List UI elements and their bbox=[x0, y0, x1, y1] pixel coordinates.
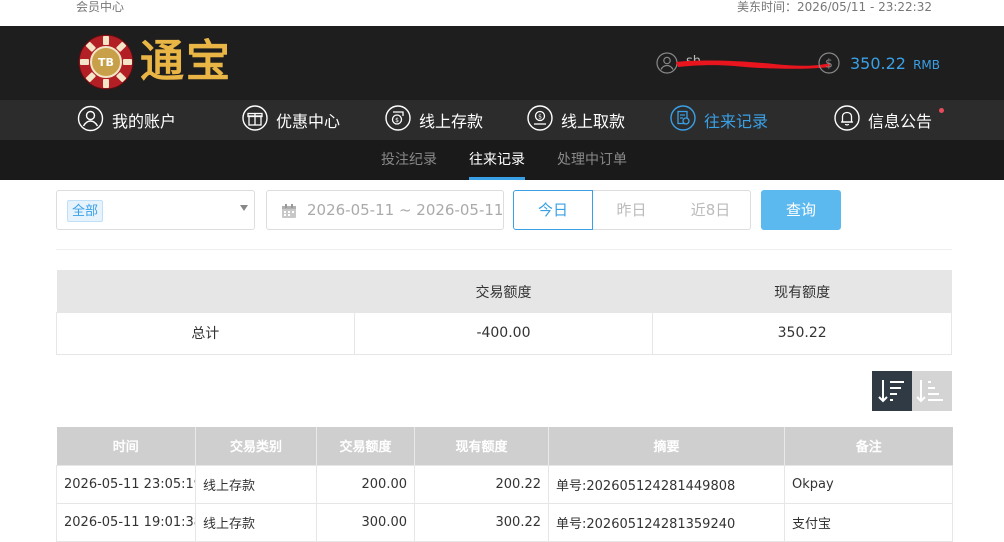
nav-label: 线上存款 bbox=[419, 112, 484, 131]
date-range-input[interactable]: 2026-05-11 ~ 2026-05-11 bbox=[266, 190, 504, 230]
sort-ascending-icon bbox=[916, 380, 943, 403]
nav-label: 线上取款 bbox=[561, 112, 626, 131]
nav-label: 我的账户 bbox=[112, 112, 177, 131]
site-header: TB 通宝 sh $ 350.22 RMB bbox=[0, 26, 1004, 100]
summary-header-blank bbox=[56, 270, 355, 312]
svg-text:$: $ bbox=[538, 114, 542, 121]
col-header-amount[interactable]: 交易额度 bbox=[316, 427, 415, 465]
nav-my-account[interactable]: 我的账户 bbox=[77, 105, 176, 135]
nav-promotions[interactable]: 优惠中心 bbox=[242, 105, 340, 135]
table-row: 2026-05-11 19:01:38 线上存款 300.00 300.22 单… bbox=[56, 502, 953, 542]
range-last8days-button[interactable]: 近8日 bbox=[671, 190, 751, 230]
summary-total-row: 总计 -400.00 350.22 bbox=[56, 311, 952, 355]
record-icon bbox=[670, 105, 696, 135]
currency-icon: $ bbox=[818, 52, 840, 78]
cell-summary: 单号:202605124281359240 bbox=[548, 502, 785, 542]
member-center-link[interactable]: 会员中心 bbox=[76, 0, 124, 14]
gift-icon bbox=[242, 105, 268, 135]
col-header-time[interactable]: 时间 bbox=[56, 427, 196, 465]
cell-remark: Okpay bbox=[784, 464, 953, 504]
logo-text: 通宝 bbox=[140, 36, 232, 87]
cell-amount: 200.00 bbox=[316, 464, 415, 504]
summary-header-balance: 现有额度 bbox=[652, 270, 952, 312]
summary-header-row: 交易额度 现有额度 bbox=[56, 270, 952, 312]
range-today-button[interactable]: 今日 bbox=[513, 190, 593, 230]
nav-online-deposit[interactable]: $ 线上存款 bbox=[385, 105, 483, 135]
nav-announcements[interactable]: 信息公告 bbox=[834, 105, 932, 135]
sort-descending-icon bbox=[878, 380, 904, 403]
summary-header-amount: 交易额度 bbox=[354, 270, 653, 312]
date-range-value: 2026-05-11 ~ 2026-05-11 bbox=[307, 201, 504, 219]
col-header-balance[interactable]: 现有额度 bbox=[414, 427, 549, 465]
cell-balance: 300.22 bbox=[414, 502, 549, 542]
site-logo[interactable]: TB 通宝 bbox=[78, 33, 232, 91]
records-table: 时间 交易类别 交易额度 现有额度 摘要 备注 2026-05-11 23:05… bbox=[56, 427, 953, 542]
poker-chip-logo-icon: TB bbox=[78, 34, 134, 90]
subtab-transaction-records[interactable]: 往来记录 bbox=[469, 140, 525, 180]
cell-amount: 300.00 bbox=[316, 502, 415, 542]
cell-time: 2026-05-11 19:01:38 bbox=[56, 502, 196, 542]
summary-total-balance: 350.22 bbox=[652, 311, 952, 355]
sort-descending-button[interactable] bbox=[872, 371, 912, 411]
cell-summary: 单号:202605124281449808 bbox=[548, 464, 785, 504]
server-time: 美东时间：2026/05/11 - 23:22:32 bbox=[737, 0, 932, 14]
logo-chip-text: TB bbox=[98, 56, 114, 69]
withdraw-icon: $ bbox=[527, 105, 553, 135]
svg-text:$: $ bbox=[825, 57, 833, 71]
col-header-type[interactable]: 交易类别 bbox=[195, 427, 317, 465]
nav-transaction-records[interactable]: 往来记录 bbox=[670, 105, 768, 135]
nav-label: 优惠中心 bbox=[276, 112, 341, 131]
bell-icon bbox=[834, 105, 860, 135]
notification-dot bbox=[939, 108, 944, 113]
balance-display: 350.22 RMB bbox=[850, 52, 940, 77]
cell-balance: 200.22 bbox=[414, 464, 549, 504]
col-header-remark[interactable]: 备注 bbox=[784, 427, 953, 465]
nav-online-withdraw[interactable]: $ 线上取款 bbox=[527, 105, 625, 135]
records-header-row: 时间 交易类别 交易额度 现有额度 摘要 备注 bbox=[56, 427, 953, 465]
query-button[interactable]: 查询 bbox=[761, 190, 841, 230]
sub-nav: 投注纪录 往来记录 处理中订单 bbox=[0, 140, 1004, 180]
deposit-icon: $ bbox=[385, 105, 411, 135]
nav-label: 信息公告 bbox=[868, 112, 933, 131]
redaction-mark bbox=[674, 56, 832, 70]
selected-type-tag: 全部 bbox=[67, 200, 104, 222]
time-label: 美东时间： bbox=[736, 0, 797, 14]
top-strip: 会员中心 美东时间：2026/05/11 - 23:22:32 bbox=[0, 0, 1004, 26]
main-nav: 我的账户 优惠中心 $ 线上存款 $ 线上取款 往来记录 信息公告 bbox=[0, 100, 1004, 140]
sort-ascending-button[interactable] bbox=[912, 371, 952, 411]
balance-currency: RMB bbox=[913, 58, 941, 72]
range-yesterday-button[interactable]: 昨日 bbox=[592, 190, 672, 230]
nav-label: 往来记录 bbox=[704, 112, 769, 131]
subtab-pending-orders[interactable]: 处理中订单 bbox=[557, 140, 627, 180]
cell-time: 2026-05-11 23:05:19 bbox=[56, 464, 196, 504]
user-circle-icon bbox=[77, 105, 104, 136]
cell-remark: 支付宝 bbox=[784, 502, 953, 542]
summary-total-label: 总计 bbox=[56, 311, 355, 355]
summary-total-amount: -400.00 bbox=[353, 311, 654, 355]
summary-table: 交易额度 现有额度 总计 -400.00 350.22 bbox=[56, 270, 952, 355]
subtab-bet-records[interactable]: 投注纪录 bbox=[381, 140, 437, 180]
transaction-type-select[interactable]: 全部 bbox=[56, 190, 255, 230]
cell-type: 线上存款 bbox=[195, 464, 317, 504]
balance-amount: 350.22 bbox=[850, 54, 906, 73]
divider bbox=[56, 249, 952, 250]
svg-text:$: $ bbox=[395, 117, 399, 124]
caret-down-icon bbox=[240, 205, 248, 211]
time-value: 2026/05/11 - 23:22:32 bbox=[796, 0, 932, 14]
col-header-summary[interactable]: 摘要 bbox=[548, 427, 785, 465]
calendar-icon bbox=[281, 203, 297, 223]
cell-type: 线上存款 bbox=[195, 502, 317, 542]
table-row: 2026-05-11 23:05:19 线上存款 200.00 200.22 单… bbox=[56, 464, 953, 504]
